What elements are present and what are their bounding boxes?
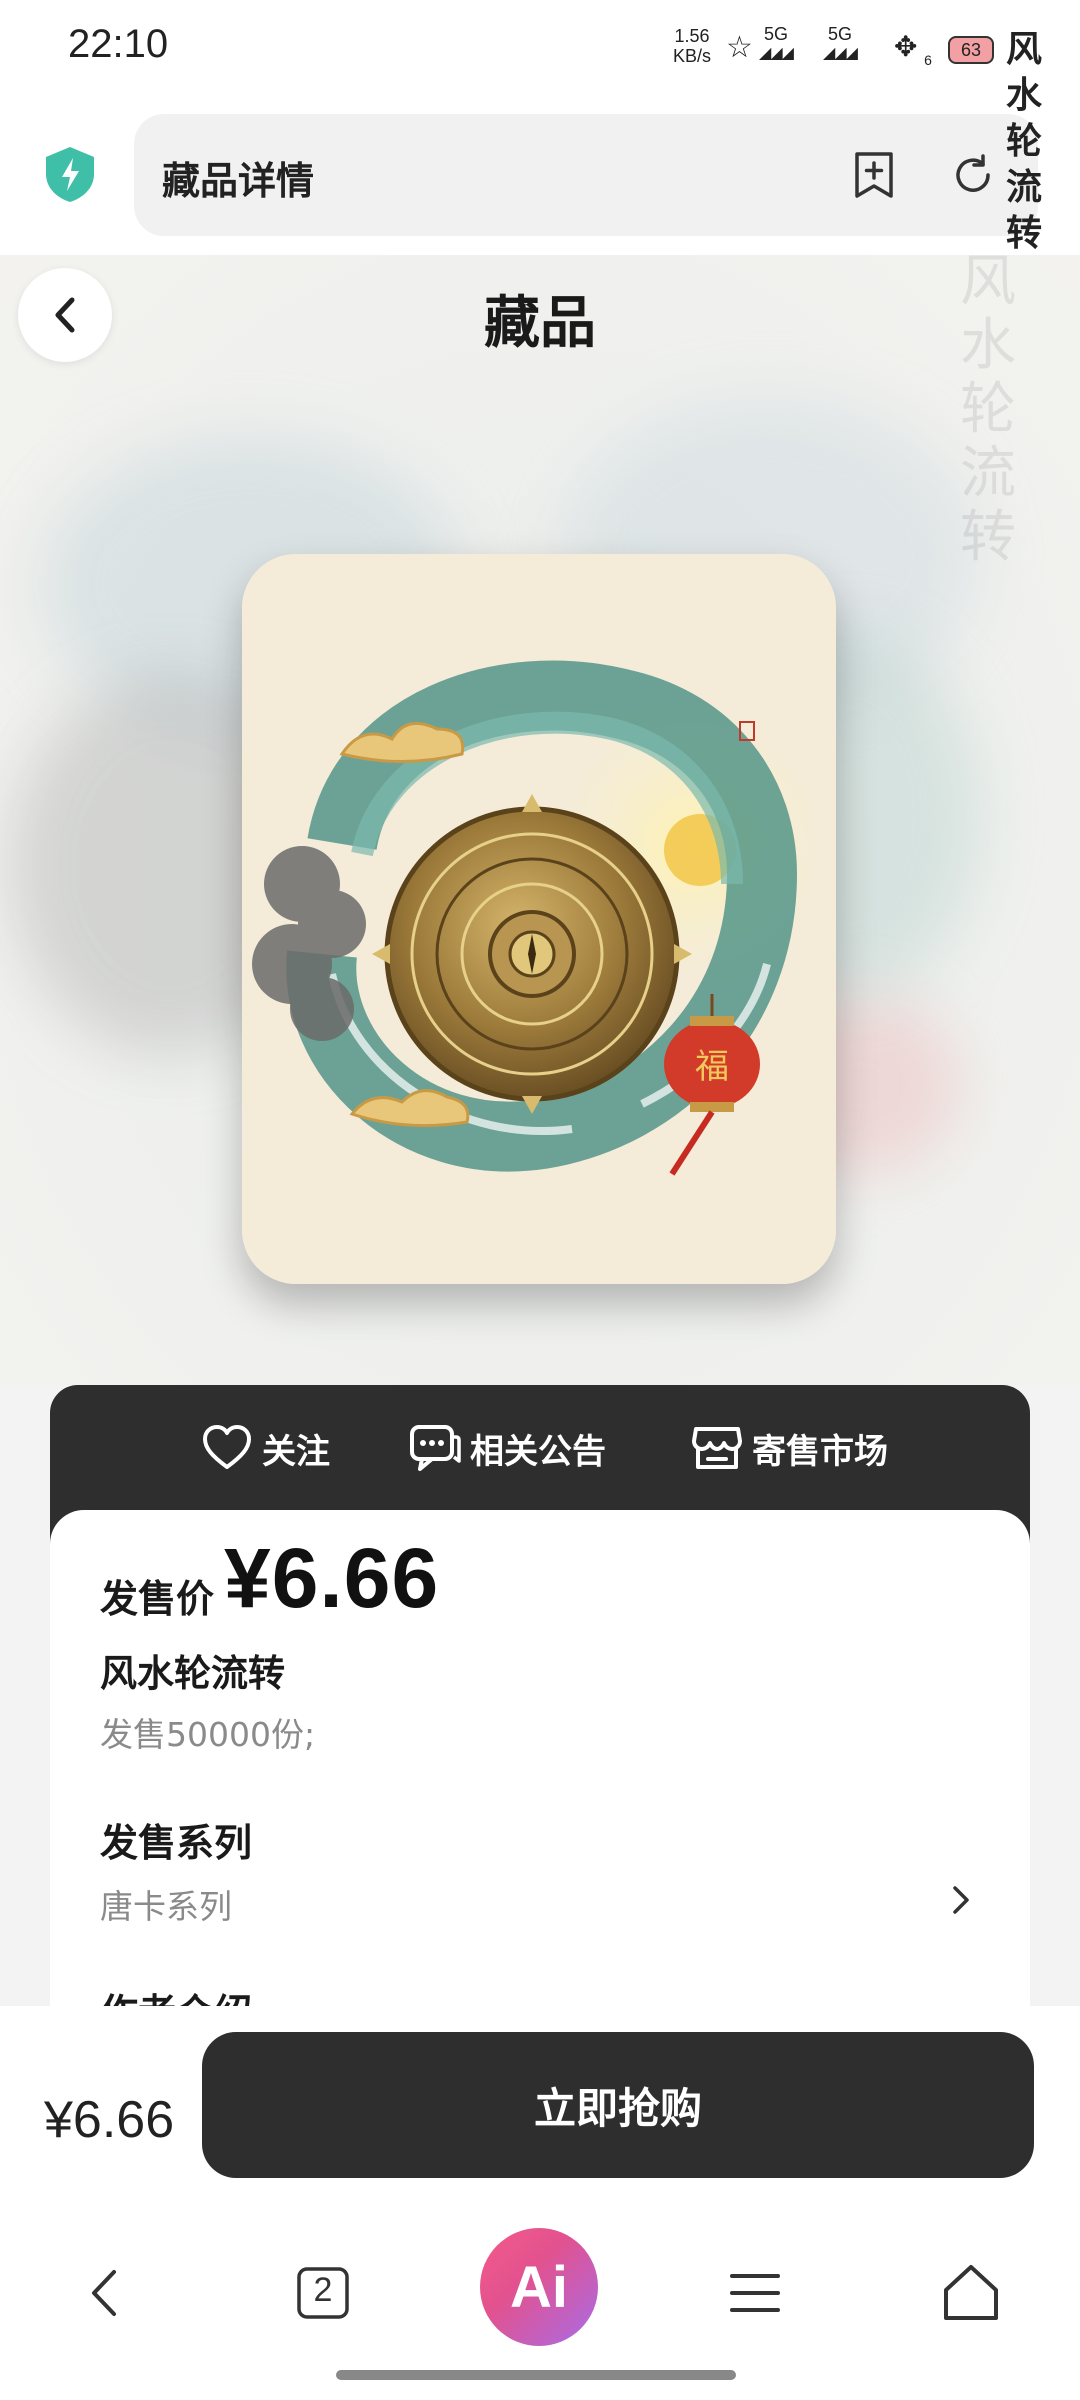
collectible-card-image[interactable]: 福	[242, 554, 836, 1284]
signal-bars-2-icon: ◢◢◢	[823, 45, 858, 62]
star-icon: ☆	[726, 30, 753, 65]
address-bar-title: 藏品详情	[162, 159, 315, 203]
menu-icon[interactable]	[720, 2258, 790, 2328]
price-value: ¥6.66	[224, 1531, 440, 1625]
svg-text:福: 福	[695, 1047, 729, 1087]
issue-count: 发售50000份;	[100, 1715, 316, 1754]
shield-bolt-icon[interactable]	[40, 144, 100, 204]
follow-button[interactable]: 关注	[200, 1420, 330, 1476]
announcements-label: 相关公告	[470, 1431, 606, 1472]
announcements-button[interactable]: 相关公告	[408, 1420, 606, 1476]
card-title: 风水轮流转	[1006, 28, 1043, 254]
heart-icon	[203, 1425, 251, 1469]
market-button[interactable]: 寄售市场	[690, 1420, 888, 1476]
series-value[interactable]: 唐卡系列	[100, 1880, 232, 1928]
shop-icon	[692, 1427, 742, 1469]
product-name: 风水轮流转	[100, 1652, 285, 1695]
sub-count: 6	[924, 52, 932, 68]
home-indicator[interactable]	[336, 2370, 736, 2380]
chevron-right-icon[interactable]	[946, 1880, 976, 1920]
back-icon[interactable]	[72, 2258, 142, 2328]
buy-now-button[interactable]: 立即抢购	[202, 2032, 1034, 2178]
battery-icon: 63	[948, 36, 994, 64]
buy-bar-price: ¥6.66	[44, 2091, 175, 2149]
status-time: 22:10	[68, 22, 169, 66]
tabs-button[interactable]: 2	[288, 2258, 358, 2328]
compass-artwork: 福	[242, 554, 836, 1284]
chat-bubble-icon	[410, 1425, 461, 1471]
bookmark-add-icon[interactable]	[852, 150, 896, 200]
signal-bars-1-icon: ◢◢◢	[759, 45, 794, 62]
vibrate-icon: ✥	[894, 30, 918, 63]
follow-label: 关注	[262, 1431, 330, 1472]
series-label: 发售系列	[100, 1821, 253, 1865]
network-type-2: 5G	[827, 24, 852, 44]
ai-assistant-button[interactable]: Ai	[480, 2228, 598, 2346]
network-speed-unit: KB/s	[672, 46, 711, 66]
network-speed-value: 1.56	[674, 26, 710, 46]
refresh-icon[interactable]	[950, 152, 996, 198]
network-type-1: 5G	[763, 24, 788, 44]
network-speed: 1.56 KB/s	[664, 26, 720, 66]
signal-1: 5G ◢◢◢	[756, 24, 796, 64]
signal-2: 5G ◢◢◢	[820, 24, 860, 64]
home-icon[interactable]	[936, 2258, 1006, 2328]
tabs-count: 2	[313, 2271, 333, 2309]
price-label: 发售价	[100, 1577, 215, 1621]
market-label: 寄售市场	[752, 1431, 888, 1472]
page-title: 藏品	[484, 291, 596, 356]
